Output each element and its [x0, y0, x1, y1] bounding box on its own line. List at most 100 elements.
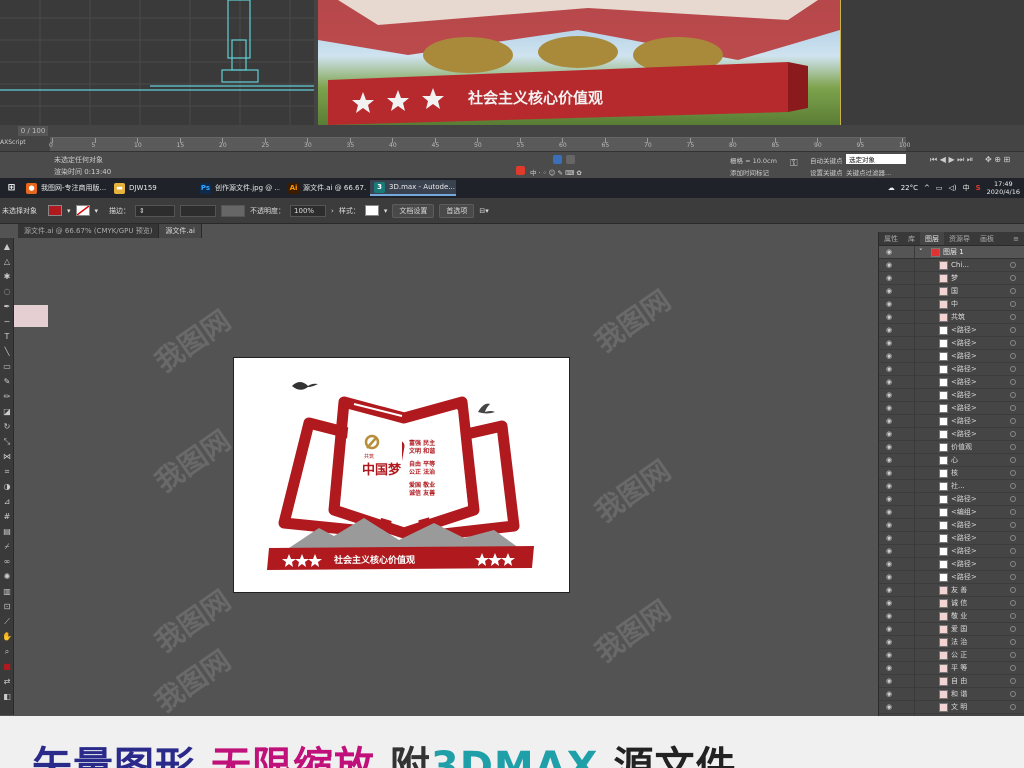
layer-item[interactable]: ◉ 法 治: [879, 636, 1024, 649]
layer-item[interactable]: ◉ <路径>: [879, 415, 1024, 428]
lock-toggle[interactable]: [899, 649, 915, 661]
perspective-icon[interactable]: ⊿: [2, 497, 12, 507]
eye-icon[interactable]: ◉: [879, 677, 899, 685]
layer-item[interactable]: ◉ <路径>: [879, 545, 1024, 558]
lock-toggle[interactable]: [899, 558, 915, 570]
target-icon[interactable]: [1010, 483, 1016, 489]
lock-toggle[interactable]: [899, 428, 915, 440]
symbol-sprayer-icon[interactable]: ✺: [2, 572, 12, 582]
panel-tab-3[interactable]: 图层: [920, 232, 944, 245]
magic-wand-icon[interactable]: ✱: [2, 272, 12, 282]
selection-tool-icon[interactable]: ▲: [2, 242, 12, 252]
tray-arrow-icon[interactable]: ^: [924, 184, 930, 192]
layer-item[interactable]: ◉ <路径>: [879, 558, 1024, 571]
rotate-icon[interactable]: ↻: [2, 422, 12, 432]
set-key-button[interactable]: 设置关键点: [810, 167, 843, 177]
lock-toggle[interactable]: [899, 597, 915, 609]
network-icon[interactable]: ▭: [936, 184, 943, 192]
lock-toggle[interactable]: [899, 584, 915, 596]
start-button[interactable]: ⊞: [2, 180, 20, 196]
target-icon[interactable]: [1010, 509, 1016, 515]
layer-item[interactable]: ◉ 社...: [879, 480, 1024, 493]
viewport-empty[interactable]: [840, 0, 1024, 125]
stroke-swatch[interactable]: [75, 205, 90, 216]
zoom-icon[interactable]: ⌕: [2, 647, 12, 657]
eye-icon[interactable]: ◉: [879, 326, 899, 334]
lock-toggle[interactable]: [899, 493, 915, 505]
target-icon[interactable]: [1010, 457, 1016, 463]
target-icon[interactable]: [1010, 353, 1016, 359]
target-icon[interactable]: [1010, 613, 1016, 619]
eye-icon[interactable]: ◉: [879, 638, 899, 646]
target-icon[interactable]: [1010, 444, 1016, 450]
opacity-input[interactable]: 100%: [290, 204, 327, 217]
frame-counter[interactable]: 0 / 100: [18, 126, 48, 136]
fill-swatch[interactable]: [48, 205, 62, 216]
layer-item[interactable]: ◉ 爱 国: [879, 623, 1024, 636]
arrange-icon[interactable]: ⊟▾: [479, 207, 488, 215]
eye-icon[interactable]: ◉: [879, 664, 899, 672]
target-icon[interactable]: [1010, 574, 1016, 580]
gradient-icon[interactable]: ▤: [2, 527, 12, 537]
clock[interactable]: 17:49 2020/4/16: [987, 180, 1020, 196]
shape-builder-icon[interactable]: ◑: [2, 482, 12, 492]
eyedropper-icon[interactable]: ⌿: [2, 542, 12, 552]
target-icon[interactable]: [1010, 600, 1016, 606]
layer-item[interactable]: ◉ <路径>: [879, 519, 1024, 532]
hand-icon[interactable]: ✋: [2, 632, 12, 642]
eye-icon[interactable]: ◉: [879, 573, 899, 581]
target-icon[interactable]: [1010, 275, 1016, 281]
eye-icon[interactable]: ◉: [879, 560, 899, 568]
taskbar-app-2[interactable]: ▬ DJW159: [110, 180, 192, 196]
lock-toggle[interactable]: [899, 389, 915, 401]
auto-key-button[interactable]: 自动关键点: [810, 155, 843, 165]
target-icon[interactable]: [1010, 626, 1016, 632]
lock-toggle[interactable]: [899, 519, 915, 531]
lock-toggle[interactable]: [899, 402, 915, 414]
eye-icon[interactable]: ◉: [879, 287, 899, 295]
target-icon[interactable]: [1010, 379, 1016, 385]
eye-icon[interactable]: ◉: [879, 534, 899, 542]
lock-toggle[interactable]: [899, 506, 915, 518]
chevron-down-icon[interactable]: ▾: [67, 207, 71, 215]
target-icon[interactable]: [1010, 548, 1016, 554]
layer-item[interactable]: ◉ <路径>: [879, 402, 1024, 415]
panel-tab-4[interactable]: 资源导: [944, 232, 975, 245]
lock-toggle[interactable]: [899, 259, 915, 271]
target-icon[interactable]: [1010, 418, 1016, 424]
ime-toolbar[interactable]: 中 · ◦ ☺ ✎ ⌨ ✿: [530, 167, 582, 177]
lasso-icon[interactable]: ◌: [2, 287, 12, 297]
layer-item[interactable]: ◉ 文 明: [879, 701, 1024, 714]
target-icon[interactable]: [1010, 678, 1016, 684]
eye-icon[interactable]: ◉: [879, 430, 899, 438]
viewport-nav-icons[interactable]: ✥ ⊕ ⊞: [985, 155, 1010, 164]
transform-icon[interactable]: [566, 155, 575, 164]
target-icon[interactable]: [1010, 327, 1016, 333]
layer-item[interactable]: ◉ 中: [879, 298, 1024, 311]
eye-icon[interactable]: ◉: [879, 508, 899, 516]
layer-item[interactable]: ◉ 梦: [879, 272, 1024, 285]
eye-icon[interactable]: ◉: [879, 313, 899, 321]
chevron-down-icon[interactable]: ▾: [95, 207, 99, 215]
sogou-input-icon[interactable]: [516, 166, 525, 175]
eye-icon[interactable]: ◉: [879, 586, 899, 594]
eye-icon[interactable]: ◉: [879, 443, 899, 451]
layer-item[interactable]: ◉ <路径>: [879, 363, 1024, 376]
chevron-right-icon[interactable]: ›: [331, 207, 334, 215]
eye-icon[interactable]: ◉: [879, 456, 899, 464]
lock-toggle[interactable]: [899, 298, 915, 310]
eye-icon[interactable]: ◉: [879, 300, 899, 308]
lock-toggle[interactable]: [899, 350, 915, 362]
layer-item[interactable]: ◉ <路径>: [879, 376, 1024, 389]
eye-icon[interactable]: ◉: [879, 378, 899, 386]
target-icon[interactable]: [1010, 704, 1016, 710]
layer-item[interactable]: ◉ <路径>: [879, 571, 1024, 584]
target-icon[interactable]: [1010, 366, 1016, 372]
layer-item[interactable]: ◉ <路径>: [879, 389, 1024, 402]
lock-toggle[interactable]: [899, 571, 915, 583]
layer-item[interactable]: ◉ 友 善: [879, 584, 1024, 597]
key-mode-select[interactable]: 选定对象: [846, 154, 906, 164]
eye-icon[interactable]: ◉: [879, 521, 899, 529]
layer-item[interactable]: ◉ <路径>: [879, 428, 1024, 441]
swap-icon[interactable]: ⇄: [2, 677, 12, 687]
